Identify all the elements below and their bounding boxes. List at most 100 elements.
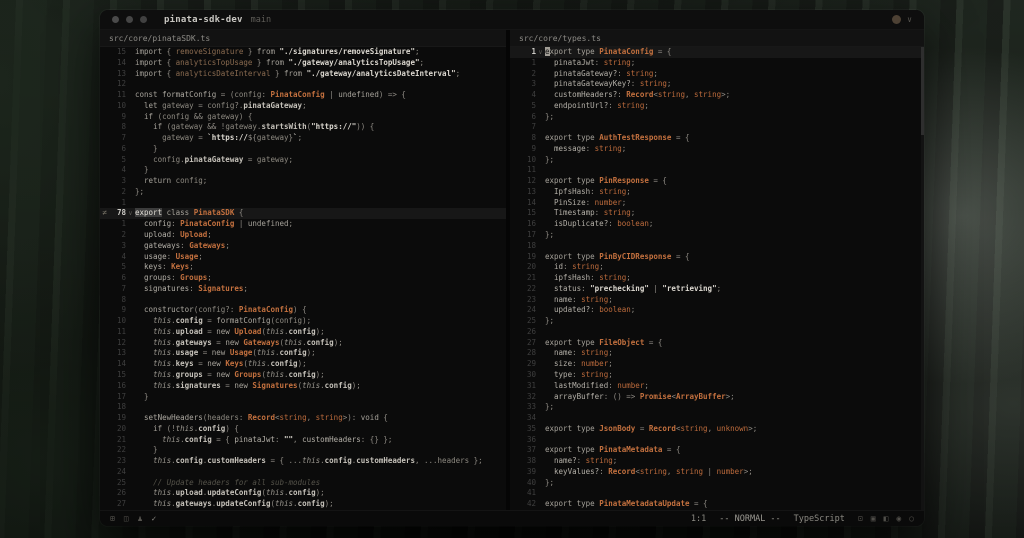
code-line[interactable]: 1 bbox=[100, 198, 506, 209]
code-line[interactable]: 23 name: string; bbox=[510, 295, 924, 306]
code-line[interactable]: 20 if (!this.config) { bbox=[100, 424, 506, 435]
code-line[interactable]: 35 export type JsonBody = Record<string,… bbox=[510, 424, 924, 435]
code-line[interactable]: 20 id: string; bbox=[510, 262, 924, 273]
code-line[interactable]: 6 } bbox=[100, 144, 506, 155]
code-line[interactable]: 15 import { removeSignature } from "./si… bbox=[100, 47, 506, 58]
winbar-right[interactable]: src/core/types.ts bbox=[510, 30, 924, 47]
code-line[interactable]: 39 keyValues?: Record<string, string | n… bbox=[510, 467, 924, 478]
code-line[interactable]: 42 export type PinataMetadataUpdate = { bbox=[510, 499, 924, 510]
code-line[interactable]: 3 pinataGatewayKey?: string; bbox=[510, 79, 924, 90]
code-line[interactable]: 24 updated?: boolean; bbox=[510, 305, 924, 316]
minimize-button[interactable] bbox=[126, 16, 133, 23]
code-line[interactable]: 22 status: "prechecking" | "retrieving"; bbox=[510, 284, 924, 295]
code-line[interactable]: 19 export type PinByCIDResponse = { bbox=[510, 252, 924, 263]
code-line[interactable]: 38 name?: string; bbox=[510, 456, 924, 467]
code-line[interactable]: 5 keys: Keys; bbox=[100, 262, 506, 273]
code-line[interactable]: 23 this.config.customHeaders = { ...this… bbox=[100, 456, 506, 467]
code-line[interactable]: 28 name: string; bbox=[510, 348, 924, 359]
code-line[interactable]: 26 this.upload.updateConfig(this.config)… bbox=[100, 488, 506, 499]
code-line[interactable]: 5 config.pinataGateway = gateway; bbox=[100, 155, 506, 166]
code-line[interactable]: 14 import { analyticsTopUsage } from "./… bbox=[100, 58, 506, 69]
chevron-down-icon[interactable]: ∨ bbox=[907, 15, 912, 24]
grid-icon[interactable]: ⊞ bbox=[110, 514, 115, 523]
code-line[interactable]: 4 usage: Usage; bbox=[100, 252, 506, 263]
code-line[interactable]: 7 signatures: Signatures; bbox=[100, 284, 506, 295]
code-line[interactable]: 25 }; bbox=[510, 316, 924, 327]
code-line-current[interactable]: ≠78∨export class PinataSDK { bbox=[100, 208, 506, 219]
code-buffer-left[interactable]: 15 import { removeSignature } from "./si… bbox=[100, 47, 506, 510]
code-line[interactable]: 13 IpfsHash: string; bbox=[510, 187, 924, 198]
code-line[interactable]: 12 bbox=[100, 79, 506, 90]
code-line[interactable]: 5 endpointUrl?: string; bbox=[510, 101, 924, 112]
code-line[interactable]: 9 message: string; bbox=[510, 144, 924, 155]
code-line[interactable]: 10 this.config = formatConfig(config); bbox=[100, 316, 506, 327]
code-line[interactable]: 13 this.usage = new Usage(this.config); bbox=[100, 348, 506, 359]
code-line[interactable]: 3 gateways: Gateways; bbox=[100, 241, 506, 252]
code-line[interactable]: 25 // Update headers for all sub-modules bbox=[100, 478, 506, 489]
record-icon[interactable]: ◉ bbox=[896, 514, 901, 523]
code-line[interactable]: 16 this.signatures = new Signatures(this… bbox=[100, 381, 506, 392]
code-line[interactable]: 14 this.keys = new Keys(this.config); bbox=[100, 359, 506, 370]
code-line[interactable]: 1 config: PinataConfig | undefined; bbox=[100, 219, 506, 230]
code-line[interactable]: 26 bbox=[510, 327, 924, 338]
code-line[interactable]: 27 this.gateways.updateConfig(this.confi… bbox=[100, 499, 506, 510]
code-line[interactable]: 30 type: string; bbox=[510, 370, 924, 381]
code-buffer-right[interactable]: 1∨export type PinataConfig = { 1 pinataJ… bbox=[510, 47, 924, 510]
square-icon[interactable]: ▣ bbox=[871, 514, 876, 523]
code-line[interactable]: 6 }; bbox=[510, 112, 924, 123]
code-line[interactable]: 29 size: number; bbox=[510, 359, 924, 370]
code-line[interactable]: 36 bbox=[510, 435, 924, 446]
code-line[interactable]: 19 setNewHeaders(headers: Record<string,… bbox=[100, 413, 506, 424]
zoom-button[interactable] bbox=[140, 16, 147, 23]
window-titlebar[interactable]: pinata-sdk-dev main ∨ bbox=[100, 10, 924, 30]
fold-arrow-icon[interactable]: ∨ bbox=[536, 47, 545, 58]
code-line[interactable]: 11 bbox=[510, 165, 924, 176]
editor-pane-right[interactable]: src/core/types.ts 1∨export type PinataCo… bbox=[510, 30, 924, 510]
code-line[interactable]: 15 this.groups = new Groups(this.config)… bbox=[100, 370, 506, 381]
code-line[interactable]: 18 bbox=[510, 241, 924, 252]
code-line[interactable]: 2 upload: Upload; bbox=[100, 230, 506, 241]
check-icon[interactable]: ✓ bbox=[151, 514, 156, 523]
code-line[interactable]: 16 isDuplicate?: boolean; bbox=[510, 219, 924, 230]
copy-icon[interactable]: ⊡ bbox=[858, 514, 863, 523]
code-line[interactable]: 12 this.gateways = new Gateways(this.con… bbox=[100, 338, 506, 349]
code-line[interactable]: 34 bbox=[510, 413, 924, 424]
code-line[interactable]: 7 gateway = `https://${gateway}`; bbox=[100, 133, 506, 144]
code-line[interactable]: 3 return config; bbox=[100, 176, 506, 187]
editor-pane-left[interactable]: src/core/pinataSDK.ts 15 import { remove… bbox=[100, 30, 506, 510]
fold-arrow-icon[interactable]: ∨ bbox=[126, 208, 135, 219]
code-line[interactable]: 14 PinSize: number; bbox=[510, 198, 924, 209]
scrollbar-track[interactable] bbox=[921, 47, 924, 510]
code-line[interactable]: 27 export type FileObject = { bbox=[510, 338, 924, 349]
close-button[interactable] bbox=[112, 16, 119, 23]
code-line[interactable]: 2 pinataGateway?: string; bbox=[510, 69, 924, 80]
code-line[interactable]: 8 bbox=[100, 295, 506, 306]
code-line-current[interactable]: 1∨export type PinataConfig = { bbox=[510, 47, 924, 58]
code-line[interactable]: 33 }; bbox=[510, 402, 924, 413]
code-line[interactable]: 4 customHeaders?: Record<string, string>… bbox=[510, 90, 924, 101]
code-line[interactable]: 9 if (config && gateway) { bbox=[100, 112, 506, 123]
scrollbar-thumb[interactable] bbox=[921, 47, 924, 135]
code-line[interactable]: 37 export type PinataMetadata = { bbox=[510, 445, 924, 456]
code-line[interactable]: 11 const formatConfig = (config: PinataC… bbox=[100, 90, 506, 101]
code-line[interactable]: 11 this.upload = new Upload(this.config)… bbox=[100, 327, 506, 338]
code-line[interactable]: 4 } bbox=[100, 165, 506, 176]
winbar-left[interactable]: src/core/pinataSDK.ts bbox=[100, 30, 506, 47]
code-line[interactable]: 9 constructor(config?: PinataConfig) { bbox=[100, 305, 506, 316]
code-line[interactable]: 41 bbox=[510, 488, 924, 499]
code-line[interactable]: 17 } bbox=[100, 392, 506, 403]
code-line[interactable]: 12 export type PinResponse = { bbox=[510, 176, 924, 187]
code-line[interactable]: 1 pinataJwt: string; bbox=[510, 58, 924, 69]
code-line[interactable]: 18 bbox=[100, 402, 506, 413]
code-line[interactable]: 32 arrayBuffer: () => Promise<ArrayBuffe… bbox=[510, 392, 924, 403]
code-line[interactable]: 24 bbox=[100, 467, 506, 478]
code-line[interactable]: 22 } bbox=[100, 445, 506, 456]
code-line[interactable]: 17 }; bbox=[510, 230, 924, 241]
code-line[interactable]: 31 lastModified: number; bbox=[510, 381, 924, 392]
code-line[interactable]: 7 bbox=[510, 122, 924, 133]
code-line[interactable]: 13 import { analyticsDateInterval } from… bbox=[100, 69, 506, 80]
code-line[interactable]: 8 if (gateway && !gateway.startsWith("ht… bbox=[100, 122, 506, 133]
code-line[interactable]: 21 this.config = { pinataJwt: "", custom… bbox=[100, 435, 506, 446]
code-line[interactable]: 6 groups: Groups; bbox=[100, 273, 506, 284]
half-square-icon[interactable]: ◧ bbox=[884, 514, 889, 523]
